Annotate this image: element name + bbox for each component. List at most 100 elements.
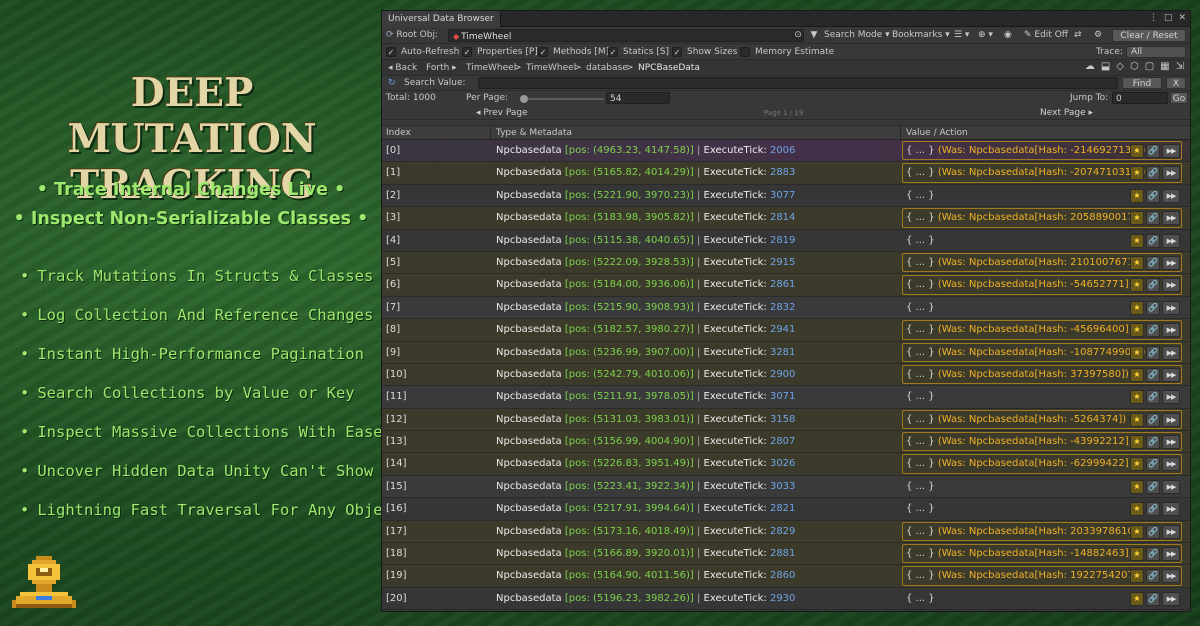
expand-value[interactable]: { ... } [906,458,935,469]
bookmark-star-icon[interactable]: ★ [1130,300,1144,315]
bookmark-star-icon[interactable]: ★ [1130,166,1144,181]
memory-estimate-toggle[interactable]: Memory Estimate [740,46,834,58]
expand-value[interactable]: { ... } [906,548,935,559]
trace-select[interactable]: All [1126,46,1186,58]
expand-value[interactable]: { ... } [906,503,935,514]
expand-value[interactable]: { ... } [906,302,935,313]
expand-value[interactable]: { ... } [906,593,935,604]
navigate-into-icon[interactable]: ▶▶ [1162,211,1180,226]
table-row[interactable]: [10] Npcbasedata [pos: (5242.79, 4010.06)… [382,363,1190,387]
checkbox-checked[interactable]: ✓ [386,47,396,57]
navigate-into-icon[interactable]: ▶▶ [1162,547,1180,562]
jump-to-input[interactable]: 0 [1112,92,1168,104]
table-row[interactable]: [9] Npcbasedata [pos: (5236.99, 3907.00)]… [382,341,1190,364]
methods-toggle[interactable]: ✓ Methods [M] [538,46,609,58]
bookmark-star-icon[interactable]: ★ [1130,547,1144,562]
layers-icon[interactable]: ⬓ [1101,61,1110,72]
prev-page-button[interactable]: ◂ Prev Page [476,107,528,119]
expand-value[interactable]: { ... } [906,570,935,581]
link-icon[interactable]: 🔗 [1146,323,1160,338]
navigate-into-icon[interactable]: ▶▶ [1162,435,1180,450]
column-divider[interactable] [900,126,901,140]
link-icon[interactable]: 🔗 [1146,144,1160,158]
link-icon[interactable]: 🔗 [1146,412,1160,427]
per-page-input[interactable]: 54 [606,92,670,104]
link-icon[interactable]: 🔗 [1146,524,1160,539]
table-row[interactable]: [17] Npcbasedata [pos: (5173.16, 4018.49)… [382,520,1190,544]
window-tab[interactable]: Universal Data Browser [382,11,501,27]
navigate-into-icon[interactable]: ▶▶ [1162,412,1180,427]
table-row[interactable]: [11] Npcbasedata [pos: (5211.91, 3978.05)… [382,386,1190,409]
close-icon[interactable]: ✕ [1178,13,1186,23]
table-row[interactable]: [18] Npcbasedata [pos: (5166.89, 3920.01)… [382,543,1190,566]
navigate-into-icon[interactable]: ▶▶ [1162,188,1180,203]
expand-value[interactable]: { ... } [906,526,935,537]
navigate-into-icon[interactable]: ▶▶ [1162,457,1180,472]
root-obj-field[interactable]: ◆ TimeWheel [448,29,804,42]
hexagon-icon[interactable]: ⬡ [1130,61,1139,72]
breadcrumb-item[interactable]: TimeWheel [526,62,576,74]
bookmark-star-icon[interactable]: ★ [1130,412,1144,427]
table-row[interactable]: [14] Npcbasedata [pos: (5226.83, 3951.49)… [382,453,1190,476]
next-page-button[interactable]: Next Page ▸ [1040,107,1093,119]
bookmark-star-icon[interactable]: ★ [1130,323,1144,338]
navigate-into-icon[interactable]: ▶▶ [1162,591,1180,606]
bookmark-star-icon[interactable]: ★ [1130,569,1144,584]
maximize-icon[interactable]: □ [1164,13,1173,23]
per-page-slider[interactable] [520,98,604,100]
link-icon[interactable]: 🔗 [1146,435,1160,450]
checkbox-unchecked[interactable] [740,47,750,57]
show-sizes-toggle[interactable]: ✓ Show Sizes [672,46,737,58]
table-row[interactable]: [13] Npcbasedata [pos: (5156.99, 4004.90)… [382,431,1190,454]
expand-value[interactable]: { ... } [906,167,935,178]
link-icon[interactable]: 🔗 [1146,166,1160,181]
expand-value[interactable]: { ... } [906,190,935,201]
column-header-value[interactable]: Value / Action [906,127,968,139]
clear-reset-button[interactable]: Clear / Reset [1112,29,1186,42]
link-icon[interactable]: 🔗 [1146,547,1160,562]
table-row[interactable]: [12] Npcbasedata [pos: (5131.03, 3983.01)… [382,408,1190,432]
table-row[interactable]: [8] Npcbasedata [pos: (5182.57, 3980.27)]… [382,319,1190,342]
navigate-into-icon[interactable]: ▶▶ [1162,233,1180,248]
breadcrumb-item[interactable]: TimeWheel [466,62,516,74]
link-icon[interactable]: 🔗 [1146,569,1160,584]
column-header-type[interactable]: Type & Metadata [496,127,572,139]
slider-handle[interactable] [520,95,528,103]
refresh-icon[interactable]: ↻ [388,77,396,89]
table-row[interactable]: [19] Npcbasedata [pos: (5164.90, 4011.56)… [382,565,1190,588]
checkbox-checked[interactable]: ✓ [672,47,682,57]
table-row[interactable]: [2] Npcbasedata [pos: (5221.90, 3970.23)]… [382,184,1190,208]
navigate-into-icon[interactable]: ▶▶ [1162,255,1180,270]
link-icon[interactable]: 🔗 [1146,345,1160,360]
breadcrumb-current[interactable]: NPCBaseData [638,62,700,74]
forth-button[interactable]: Forth ▸ [426,62,457,74]
expand-value[interactable]: { ... } [906,235,935,246]
table-row[interactable]: [0] Npcbasedata [pos: (4963.23, 4147.58)]… [382,140,1190,163]
table-row[interactable]: [4] Npcbasedata [pos: (5115.38, 4040.65)]… [382,229,1190,252]
link-icon[interactable]: 🔗 [1146,300,1160,315]
table-row[interactable]: [6] Npcbasedata [pos: (5184.00, 3936.06)]… [382,274,1190,297]
navigate-into-icon[interactable]: ▶▶ [1162,479,1180,494]
table-row[interactable]: [5] Npcbasedata [pos: (5222.09, 3928.53)]… [382,251,1190,275]
gear-icon[interactable]: ⚙ [1094,29,1102,42]
bookmark-star-icon[interactable]: ★ [1130,502,1144,517]
link-icon[interactable]: 🔗 [1146,367,1160,382]
go-button[interactable]: Go [1170,92,1188,104]
expand-value[interactable]: { ... } [906,324,935,335]
bookmark-star-icon[interactable]: ★ [1130,479,1144,494]
bookmark-star-icon[interactable]: ★ [1130,233,1144,248]
navigate-into-icon[interactable]: ▶▶ [1162,166,1180,181]
link-icon[interactable]: 🔗 [1146,211,1160,226]
navigate-into-icon[interactable]: ▶▶ [1162,278,1180,293]
navigate-into-icon[interactable]: ▶▶ [1162,144,1180,158]
navigate-into-icon[interactable]: ▶▶ [1162,390,1180,405]
grid-icon[interactable]: ▦ [1160,61,1169,72]
bookmark-star-icon[interactable]: ★ [1130,345,1144,360]
expand-value[interactable]: { ... } [906,212,935,223]
table-row[interactable]: [20] Npcbasedata [pos: (5196.23, 3982.26)… [382,587,1190,611]
expand-value[interactable]: { ... } [906,347,935,358]
cloud-icon[interactable]: ☁ [1085,61,1095,72]
link-icon[interactable]: 🔗 [1146,502,1160,517]
close-search-button[interactable]: X [1166,77,1186,89]
back-button[interactable]: ◂ Back [388,62,417,74]
